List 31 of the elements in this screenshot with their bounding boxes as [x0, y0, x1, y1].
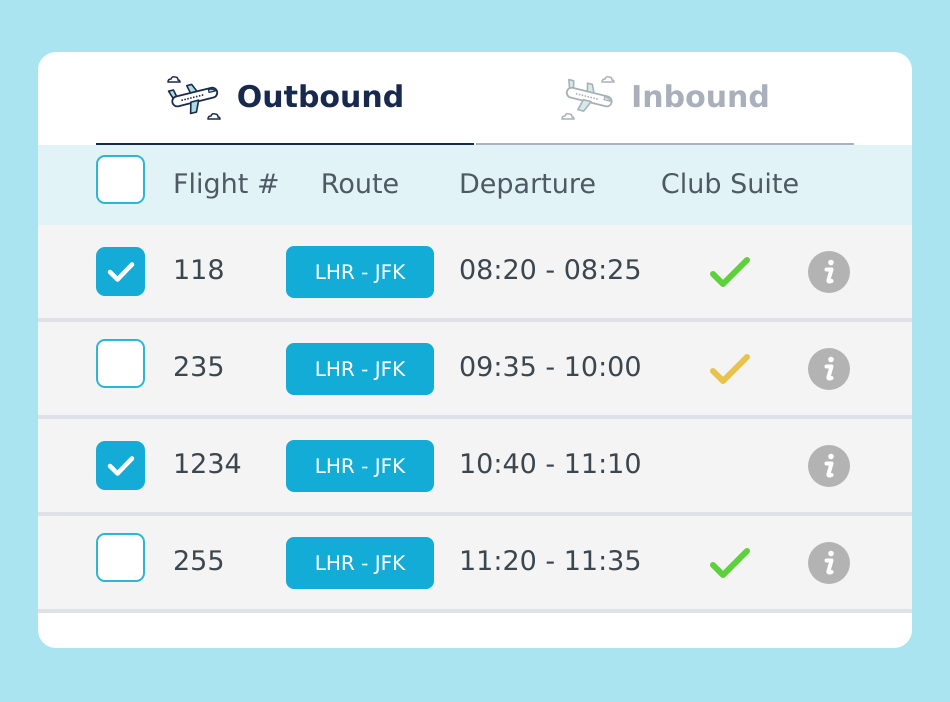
route-tag: LHR - JFK: [286, 536, 434, 588]
table-row[interactable]: 235 LHR - JFK 09:35 - 10:00: [38, 322, 912, 419]
table-row[interactable]: 255 LHR - JFK 11:20 - 11:35: [38, 516, 912, 613]
checkbox[interactable]: [96, 441, 145, 490]
checkmark-icon: [106, 260, 134, 282]
checkbox[interactable]: [96, 532, 145, 582]
column-header: Club Suite: [660, 168, 800, 202]
flight-number: 235: [173, 351, 226, 386]
table-row[interactable]: 118 LHR - JFK 08:20 - 08:25: [38, 225, 912, 322]
column-header: Flight #: [173, 168, 281, 202]
route-tag: LHR - JFK: [286, 440, 434, 492]
info-icon[interactable]: [808, 444, 850, 486]
info-icon[interactable]: [808, 542, 850, 584]
departure-time: 11:20 - 11:35: [459, 545, 643, 580]
checkbox[interactable]: [96, 155, 145, 204]
checkmark-icon: [106, 454, 134, 476]
column-header: Route: [320, 168, 400, 202]
route-tag: LHR - JFK: [286, 342, 434, 394]
checkbox[interactable]: [96, 338, 145, 388]
table-row[interactable]: 1234 LHR - JFK 10:40 - 11:10: [38, 419, 912, 516]
departure-time: 10:40 - 11:10: [459, 448, 643, 482]
column-header: Departure: [459, 168, 598, 202]
info-icon[interactable]: [808, 250, 850, 292]
info-icon[interactable]: [808, 348, 850, 390]
departure-time: 09:35 - 10:00: [459, 351, 643, 386]
route-tag: LHR - JFK: [286, 246, 434, 298]
flight-number: 1234: [173, 448, 243, 482]
flight-number: 255: [173, 545, 226, 580]
flight-number: 118: [173, 254, 226, 288]
departure-time: 08:20 - 08:25: [459, 254, 643, 288]
checkbox[interactable]: [96, 247, 145, 296]
